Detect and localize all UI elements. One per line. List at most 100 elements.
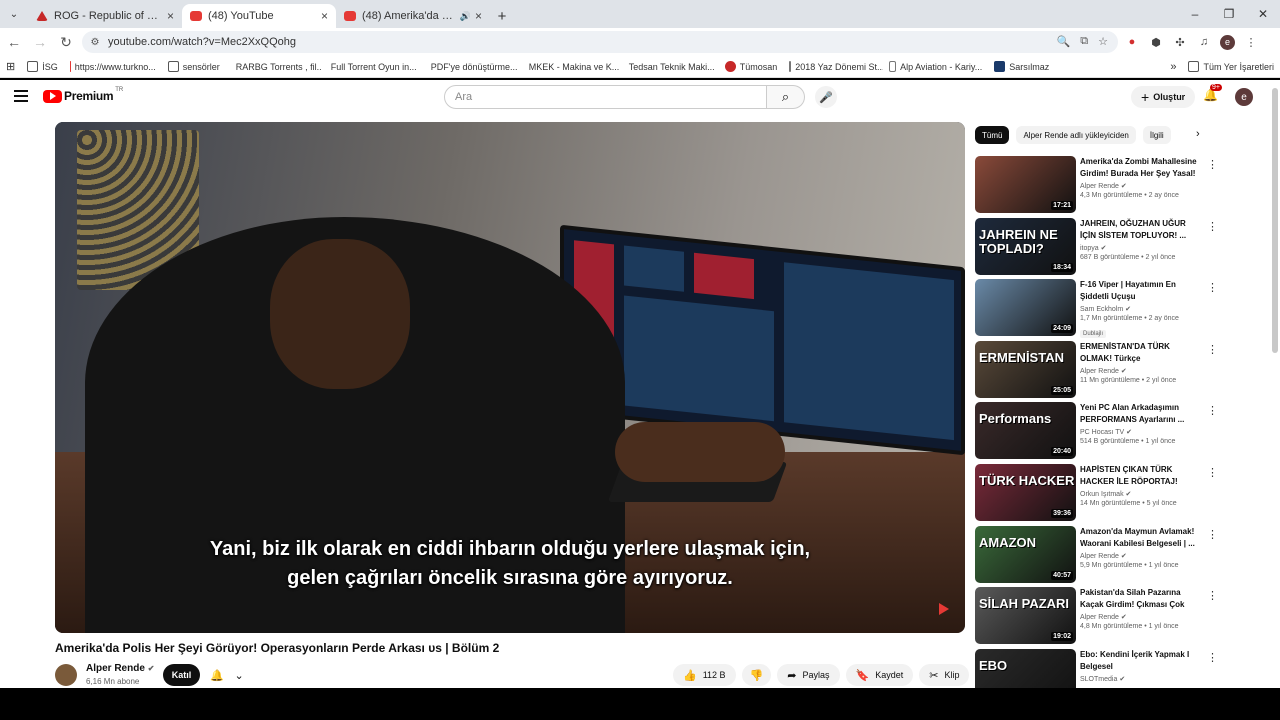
microphone-icon[interactable]: 🎤 — [815, 86, 837, 108]
url-text[interactable]: youtube.com/watch?v=Mec2XxQQohg — [108, 36, 296, 48]
recommended-video[interactable]: 17:21 Amerika'da Zombi Mahallesine Girdim… — [975, 156, 1225, 214]
recommended-channel[interactable]: Alper Rende ✔ — [1080, 367, 1202, 375]
back-icon[interactable]: ← — [2, 34, 26, 50]
browser-tab-video[interactable]: (48) Amerika'da Polis Her Şe 🔊 × — [336, 4, 490, 28]
recommended-video[interactable]: EBO Ebo: Kendini İçerik Yapmak I Belgesel… — [975, 649, 1225, 688]
close-icon[interactable]: × — [321, 9, 328, 23]
more-vert-icon[interactable]: ⋮ — [1207, 281, 1218, 294]
recommended-channel[interactable]: Orkun Işıtmak ✔ — [1080, 490, 1202, 498]
media-icon[interactable]: ♫ — [1196, 34, 1212, 50]
bookmark-item[interactable]: Alp Aviation - Kariy... — [883, 61, 988, 72]
bookmark-item[interactable]: 2018 Yaz Dönemi St... — [783, 61, 883, 72]
star-icon[interactable]: ☆ — [1098, 35, 1108, 48]
bookmark-item[interactable]: PDF'ye dönüştürme... — [421, 61, 519, 72]
bookmark-item[interactable]: sensörler — [162, 61, 226, 72]
recommended-channel[interactable]: PC Hocası TV ✔ — [1080, 428, 1202, 436]
bookmark-item[interactable]: Tümosan — [719, 61, 784, 72]
more-vert-icon[interactable]: ⋮ — [1207, 220, 1218, 233]
video-thumbnail[interactable]: ERMENİSTAN 25:05 — [975, 341, 1076, 398]
video-thumbnail[interactable]: EBO — [975, 649, 1076, 688]
subscription-bell-button[interactable]: 🔔 ⌄ — [205, 664, 249, 686]
recommended-channel[interactable]: Sam Eckholm ✔ — [1080, 305, 1202, 313]
bookmark-item[interactable]: Full Torrent Oyun in... — [321, 61, 421, 72]
clip-button[interactable]: ✂ Klip — [919, 664, 970, 686]
forward-icon[interactable]: → — [28, 34, 52, 50]
recommended-video[interactable]: Performans 20:40 Yeni PC Alan Arkadaşımın … — [975, 402, 1225, 460]
chip-uploader[interactable]: Alper Rende adlı yükleyiciden — [1016, 126, 1136, 144]
hamburger-menu-icon[interactable] — [14, 90, 28, 105]
bookmark-item[interactable]: Sarsılmaz — [988, 61, 1055, 72]
bookmark-item[interactable]: MKEK - Makina ve K... — [519, 61, 619, 72]
bookmark-item[interactable]: https://www.turkno... — [64, 61, 162, 72]
chip-all[interactable]: Tümü — [975, 126, 1010, 144]
more-vert-icon[interactable]: ⋮ — [1207, 651, 1218, 664]
recommended-title[interactable]: ERMENİSTAN'DA TÜRK OLMAK! Türkçe konuştu… — [1080, 341, 1202, 365]
recommended-video[interactable]: ERMENİSTAN 25:05 ERMENİSTAN'DA TÜRK OLMAK!… — [975, 341, 1225, 399]
account-avatar[interactable]: e — [1235, 88, 1253, 106]
more-vert-icon[interactable]: ⋮ — [1207, 343, 1218, 356]
record-extension-icon[interactable]: ● — [1124, 34, 1140, 50]
recommended-video[interactable]: SİLAH PAZARI 19:02 Pakistan'da Silah Pazar… — [975, 587, 1225, 645]
bookmark-item[interactable]: İSG — [21, 61, 64, 72]
more-vert-icon[interactable]: ⋮ — [1207, 404, 1218, 417]
dislike-button[interactable]: 👎 — [741, 664, 772, 686]
apps-grid-icon[interactable]: ⊞ — [0, 60, 21, 73]
video-player[interactable]: Yani, biz ilk olarak en ciddi ihbarın ol… — [55, 122, 965, 633]
join-button[interactable]: Katıl — [163, 664, 200, 686]
search-input[interactable]: Ara — [444, 85, 767, 109]
recommended-title[interactable]: Yeni PC Alan Arkadaşımın PERFORMANS Ayar… — [1080, 402, 1202, 426]
chip-related[interactable]: İlgili — [1142, 126, 1171, 144]
recommended-title[interactable]: JAHREIN, OĞUZHAN UĞUR İÇİN SİSTEM TOPLUY… — [1080, 218, 1202, 242]
speaker-icon[interactable]: 🔊 — [460, 11, 471, 22]
more-vert-icon[interactable]: ⋮ — [1207, 158, 1218, 171]
puzzle-icon[interactable]: ✣ — [1172, 34, 1188, 50]
recommended-video[interactable]: 24:09 F-16 Viper | Hayatımın En Şiddetli … — [975, 279, 1225, 338]
channel-watermark-icon[interactable] — [939, 603, 951, 615]
close-icon[interactable]: × — [475, 9, 482, 23]
close-window-icon[interactable]: ✕ — [1246, 0, 1280, 28]
shield-extension-icon[interactable]: ⬢ — [1148, 34, 1164, 50]
recommended-title[interactable]: Amerika'da Zombi Mahallesine Girdim! Bur… — [1080, 156, 1202, 180]
profile-avatar[interactable]: e — [1220, 34, 1235, 50]
video-thumbnail[interactable]: 24:09 — [975, 279, 1076, 336]
recommended-channel[interactable]: itopya ✔ — [1080, 244, 1202, 252]
more-vert-icon[interactable]: ⋮ — [1207, 466, 1218, 479]
video-thumbnail[interactable]: JAHREIN NE TOPLADI? 18:34 — [975, 218, 1076, 275]
zoom-icon[interactable]: 🔍 — [1057, 35, 1071, 48]
reload-icon[interactable]: ↻ — [54, 34, 78, 51]
recommended-title[interactable]: HAPİSTEN ÇIKAN TÜRK HACKER İLE RÖPORTAJ! — [1080, 464, 1202, 488]
recommended-video[interactable]: AMAZON 40:57 Amazon'da Maymun Avlamak! Wao… — [975, 526, 1225, 584]
browser-tab-rog[interactable]: ROG - Republic of Gamers | Glo × — [28, 4, 182, 28]
share-button[interactable]: ➦ Paylaş — [777, 664, 840, 686]
site-info-icon[interactable]: ⚙ — [88, 35, 102, 49]
new-tab-button[interactable]: + — [490, 4, 514, 28]
video-thumbnail[interactable]: TÜRK HACKER 39:36 — [975, 464, 1076, 521]
notifications-bell-icon[interactable]: 🔔 9+ — [1203, 84, 1222, 102]
menu-dots-icon[interactable]: ⋮ — [1243, 34, 1259, 50]
youtube-premium-logo[interactable]: Premium TR — [43, 87, 123, 103]
install-icon[interactable]: ⧉ — [1080, 35, 1088, 48]
like-button[interactable]: 👍 112 B — [673, 664, 736, 686]
browser-tab-youtube[interactable]: (48) YouTube × — [182, 4, 336, 28]
all-bookmarks-folder[interactable]: Tüm Yer İşaretleri — [1182, 61, 1280, 72]
video-thumbnail[interactable]: SİLAH PAZARI 19:02 — [975, 587, 1076, 644]
save-button[interactable]: 🔖 Kaydet — [845, 664, 914, 686]
more-bookmarks-icon[interactable]: » — [1164, 61, 1182, 73]
bookmark-item[interactable]: RARBG Torrents , fil... — [226, 61, 321, 72]
recommended-title[interactable]: F-16 Viper | Hayatımın En Şiddetli Uçuşu — [1080, 279, 1202, 303]
recommended-channel[interactable]: Alper Rende ✔ — [1080, 613, 1202, 621]
more-vert-icon[interactable]: ⋮ — [1207, 589, 1218, 602]
channel-name[interactable]: Alper Rende ✔ — [86, 663, 154, 674]
video-thumbnail[interactable]: 17:21 — [975, 156, 1076, 213]
page-scrollbar[interactable] — [1272, 88, 1278, 353]
video-thumbnail[interactable]: AMAZON 40:57 — [975, 526, 1076, 583]
minimize-icon[interactable]: – — [1178, 0, 1212, 28]
recommended-channel[interactable]: SLOTmedia ✔ — [1080, 675, 1202, 683]
bookmark-item[interactable]: Tedsan Teknik Maki... — [619, 61, 719, 72]
recommended-channel[interactable]: Alper Rende ✔ — [1080, 552, 1202, 560]
search-icon[interactable]: ⌕ — [767, 85, 805, 109]
recommended-video[interactable]: TÜRK HACKER 39:36 HAPİSTEN ÇIKAN TÜRK HACK… — [975, 464, 1225, 522]
recommended-video[interactable]: JAHREIN NE TOPLADI? 18:34 JAHREIN, OĞUZHAN… — [975, 218, 1225, 276]
maximize-icon[interactable]: ❐ — [1212, 0, 1246, 28]
chevron-right-icon[interactable]: › — [1196, 128, 1200, 140]
